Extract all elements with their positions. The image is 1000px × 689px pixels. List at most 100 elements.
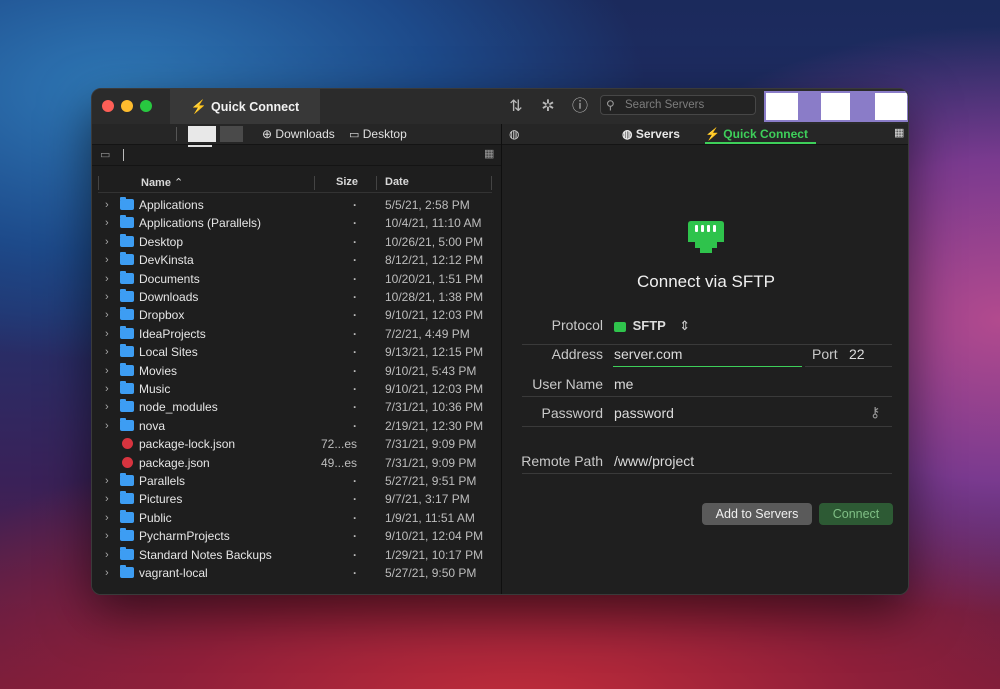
disclosure-chevron-icon[interactable]: › xyxy=(105,251,109,269)
quick-connect-panel: ◍ ◍ Servers ⚡ Quick Connect ▦ Connect vi… xyxy=(502,124,908,594)
file-row[interactable]: › Downloads · 10/28/21, 1:38 PM xyxy=(92,288,501,306)
transfers-icon[interactable]: ⇅ xyxy=(506,97,526,117)
file-date: 9/13/21, 12:15 PM xyxy=(385,345,484,360)
tab-quick-connect[interactable]: ⚡ Quick Connect xyxy=(170,89,320,124)
downloads-favorite[interactable]: ⊕ Downloads xyxy=(262,127,335,141)
file-row[interactable]: › Movies · 9/10/21, 5:43 PM xyxy=(92,362,501,380)
tab-quick-connect-label: Quick Connect xyxy=(210,99,300,114)
disclosure-chevron-icon[interactable]: › xyxy=(105,472,109,490)
disclosure-chevron-icon[interactable]: › xyxy=(105,270,109,288)
file-size: · xyxy=(353,198,357,212)
desktop-favorite[interactable]: ▭ Desktop xyxy=(349,127,407,141)
file-date: 7/31/21, 9:09 PM xyxy=(385,455,477,470)
file-name: Documents xyxy=(139,271,200,286)
file-row[interactable]: › IdeaProjects · 7/2/21, 4:49 PM xyxy=(92,325,501,343)
column-size[interactable]: Size xyxy=(336,176,358,188)
file-row[interactable]: › Dropbox · 9/10/21, 12:03 PM xyxy=(92,306,501,324)
file-row[interactable]: › node_modules · 7/31/21, 10:36 PM xyxy=(92,398,501,416)
disclosure-chevron-icon[interactable]: › xyxy=(105,417,109,435)
file-name: Applications xyxy=(139,198,204,212)
file-row[interactable]: › Parallels · 5/27/21, 9:51 PM xyxy=(92,472,501,490)
folder-icon xyxy=(120,417,134,431)
desktop-icon: ▭ xyxy=(349,129,360,141)
search-servers-input[interactable]: ⚲ Search Servers xyxy=(600,95,756,115)
key-icon[interactable]: ⚷ xyxy=(870,404,880,421)
minimize-window-button[interactable] xyxy=(121,100,133,112)
file-size: · xyxy=(353,216,357,231)
connect-button[interactable]: Connect xyxy=(819,503,893,525)
file-size: · xyxy=(353,418,357,433)
file-row[interactable]: › Applications (Parallels) · 10/4/21, 11:10… xyxy=(92,214,501,232)
file-row[interactable]: package.json 49...es 7/31/21, 9:09 PM xyxy=(92,454,501,472)
ethernet-port-icon xyxy=(614,321,626,332)
title-bar: ⚡ Quick Connect ⇅ ✲ ⓘ ⚲ Search Servers xyxy=(92,89,908,125)
globe-icon[interactable]: ◍ xyxy=(509,127,519,141)
file-date: 5/5/21, 2:58 PM xyxy=(385,198,470,212)
folder-icon xyxy=(120,307,134,321)
disclosure-chevron-icon[interactable]: › xyxy=(105,343,109,361)
add-to-servers-button[interactable]: Add to Servers xyxy=(702,503,812,525)
disclosure-chevron-icon[interactable]: › xyxy=(105,325,109,343)
tab-quick-connect-right[interactable]: ⚡ Quick Connect xyxy=(705,127,808,141)
disclosure-chevron-icon[interactable]: › xyxy=(105,509,109,527)
disclosure-chevron-icon[interactable]: › xyxy=(105,214,109,232)
file-name: Movies xyxy=(139,363,178,378)
remote-path-field[interactable]: /www/project xyxy=(614,453,694,469)
path-cursor xyxy=(123,149,124,161)
file-date: 10/28/21, 1:38 PM xyxy=(385,290,484,304)
password-field[interactable]: password xyxy=(614,405,674,421)
disclosure-chevron-icon[interactable]: › xyxy=(105,196,109,214)
address-field[interactable]: server.com xyxy=(614,346,682,362)
column-name[interactable]: Name ⌃ xyxy=(141,176,183,189)
folder-icon xyxy=(120,528,134,542)
column-date[interactable]: Date xyxy=(385,176,409,188)
disclosure-chevron-icon[interactable]: › xyxy=(105,490,109,508)
file-row[interactable]: › Standard Notes Backups · 1/29/21, 10:17 P… xyxy=(92,546,501,564)
protocol-select[interactable]: SFTP ⇕ xyxy=(614,318,690,334)
file-row[interactable]: › Public · 1/9/21, 11:51 AM xyxy=(92,509,501,527)
grid-view-icon[interactable]: ▦ xyxy=(484,147,494,160)
file-name: DevKinsta xyxy=(139,253,194,268)
file-row[interactable]: package-lock.json 72...es 7/31/21, 9:09 PM xyxy=(92,435,501,453)
file-size: · xyxy=(353,326,357,341)
disclosure-chevron-icon[interactable]: › xyxy=(105,398,109,416)
disclosure-chevron-icon[interactable]: › xyxy=(105,233,109,251)
file-size: · xyxy=(353,308,357,323)
close-window-button[interactable] xyxy=(102,100,114,112)
file-row[interactable]: › Desktop · 10/26/21, 5:00 PM xyxy=(92,233,501,251)
disk-icon[interactable]: ▭ xyxy=(100,148,110,161)
disclosure-chevron-icon[interactable]: › xyxy=(105,288,109,306)
file-row[interactable]: › Local Sites · 9/13/21, 12:15 PM xyxy=(92,343,501,361)
disclosure-chevron-icon[interactable]: › xyxy=(105,546,109,564)
disclosure-chevron-icon[interactable]: › xyxy=(105,527,109,545)
disclosure-chevron-icon[interactable]: › xyxy=(105,380,109,398)
folder-icon xyxy=(120,344,134,358)
tab-servers[interactable]: ◍ Servers xyxy=(622,127,680,141)
file-name: Music xyxy=(139,382,171,396)
remote-path-label: Remote Path xyxy=(521,453,603,469)
file-row[interactable]: › Documents · 10/20/21, 1:51 PM xyxy=(92,270,501,288)
zoom-window-button[interactable] xyxy=(140,100,152,112)
folder-icon xyxy=(120,270,134,284)
file-name: nova xyxy=(139,418,166,433)
file-date: 7/31/21, 9:09 PM xyxy=(385,437,477,452)
info-icon[interactable]: ⓘ xyxy=(570,97,590,117)
file-row[interactable]: › Applications · 5/5/21, 2:58 PM xyxy=(92,196,501,214)
disclosure-chevron-icon[interactable]: › xyxy=(105,564,109,582)
file-row[interactable]: › nova · 2/19/21, 12:30 PM xyxy=(92,417,501,435)
file-size: · xyxy=(353,566,357,580)
file-row[interactable]: › vagrant-local · 5/27/21, 9:50 PM xyxy=(92,564,501,582)
folder-icon xyxy=(120,491,134,505)
file-row[interactable]: › Music · 9/10/21, 12:03 PM xyxy=(92,380,501,398)
grid-view-icon[interactable]: ▦ xyxy=(894,126,904,139)
port-field[interactable]: 22 xyxy=(849,346,865,362)
activity-spinner-icon[interactable]: ✲ xyxy=(538,97,558,117)
disclosure-chevron-icon[interactable]: › xyxy=(105,306,109,324)
file-row[interactable]: › Pictures · 9/7/21, 3:17 PM xyxy=(92,490,501,508)
folder-icon xyxy=(120,399,134,413)
file-size: · xyxy=(353,547,357,562)
username-field[interactable]: me xyxy=(614,376,633,392)
file-row[interactable]: › DevKinsta · 8/12/21, 12:12 PM xyxy=(92,251,501,269)
file-row[interactable]: › PycharmProjects · 9/10/21, 12:04 PM xyxy=(92,527,501,545)
disclosure-chevron-icon[interactable]: › xyxy=(105,362,109,380)
